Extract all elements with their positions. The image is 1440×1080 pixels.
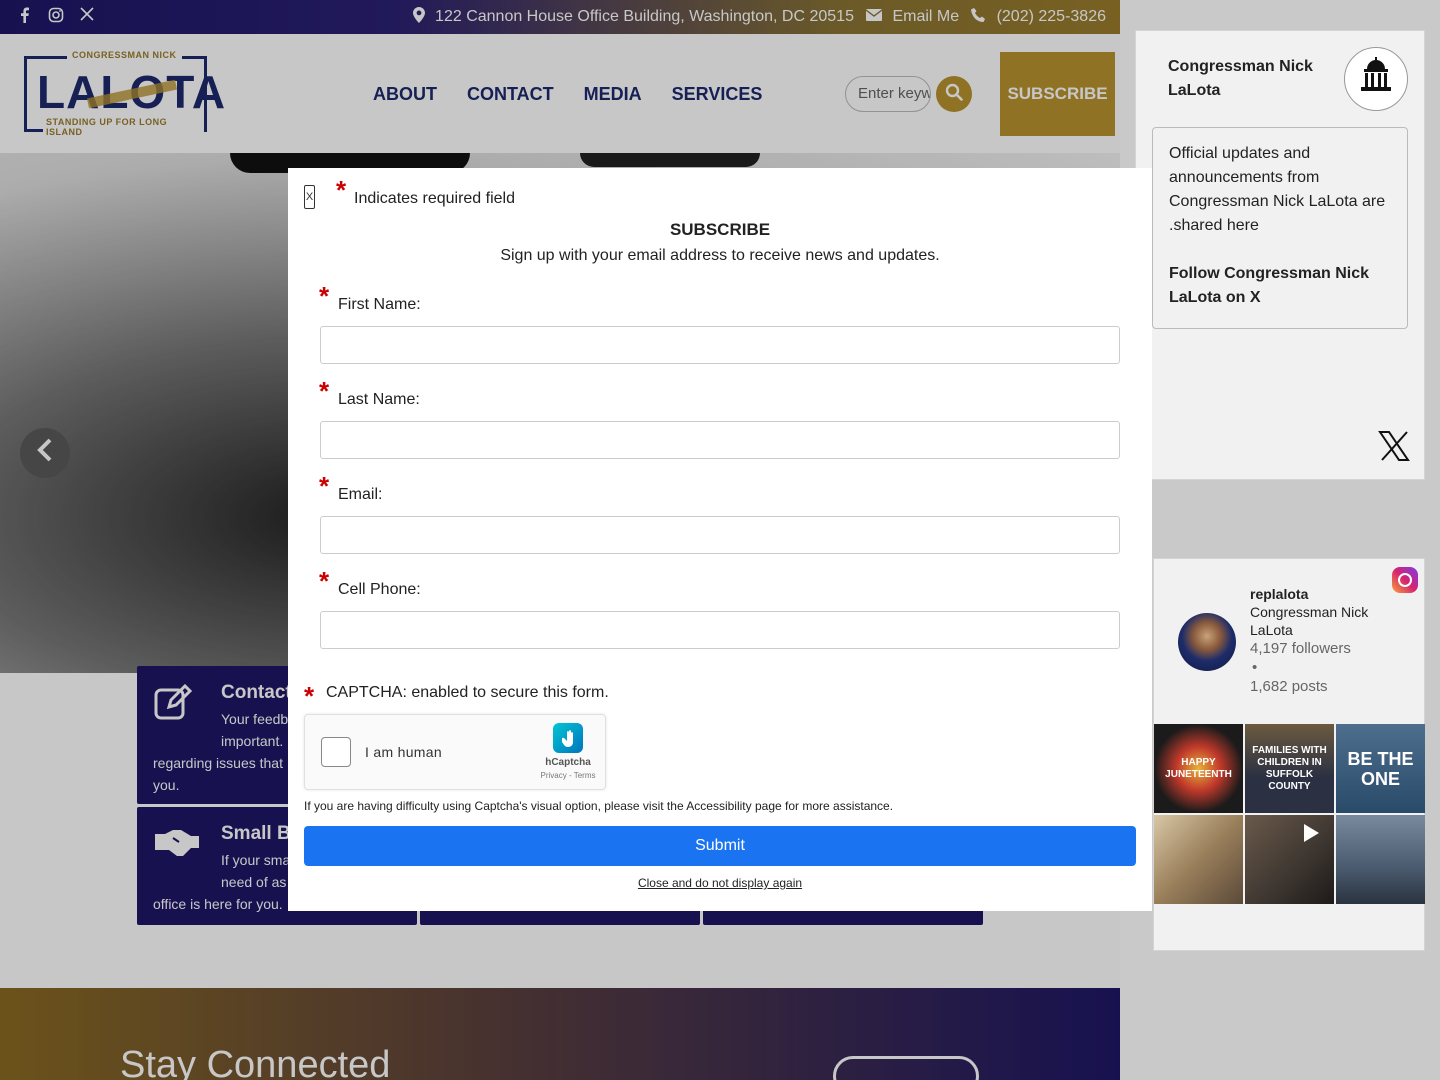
submit-button[interactable]: Submit — [304, 826, 1136, 866]
required-note: Indicates required field — [354, 190, 515, 207]
required-asterisk-icon: * — [319, 471, 330, 501]
instagram-separator: • — [1252, 659, 1258, 676]
instagram-post-tile[interactable] — [1245, 815, 1334, 904]
instagram-profile-meta: replalota Congressman Nick LaLota 4,197 … — [1250, 585, 1410, 696]
subscribe-modal: X * Indicates required field SUBSCRIBE S… — [288, 168, 1152, 911]
instagram-display-name: Congressman Nick LaLota — [1250, 604, 1369, 638]
required-asterisk-icon: * — [319, 376, 330, 406]
x-logo-icon[interactable] — [1378, 429, 1410, 471]
tile-text: HAPPY JUNETEENTH — [1165, 756, 1232, 780]
email-label: Email: — [338, 486, 383, 503]
captcha-checkbox-label: I am human — [365, 744, 442, 760]
captcha-brand: hCaptcha — [545, 757, 591, 768]
x-account-name[interactable]: Congressman Nick LaLota — [1168, 55, 1328, 103]
instagram-post-grid: HAPPY JUNETEENTH FAMILIES WITH CHILDREN … — [1154, 724, 1426, 904]
cell-phone-field[interactable] — [320, 611, 1120, 649]
close-do-not-display-link[interactable]: Close and do not display again — [288, 876, 1152, 890]
tile-text: FAMILIES WITH CHILDREN IN SUFFOLK COUNTY — [1252, 744, 1327, 792]
instagram-followers: 4,197 followers — [1250, 640, 1351, 657]
instagram-post-tile[interactable]: HAPPY JUNETEENTH — [1154, 724, 1243, 813]
captcha-checkbox[interactable] — [321, 737, 351, 767]
last-name-label: Last Name: — [338, 391, 420, 408]
captcha-label: CAPTCHA: enabled to secure this form. — [326, 684, 609, 701]
avatar[interactable] — [1178, 613, 1236, 671]
instagram-post-tile[interactable]: BE THE ONE — [1336, 724, 1425, 813]
email-field[interactable] — [320, 516, 1120, 554]
instagram-username[interactable]: replalota — [1250, 585, 1410, 603]
hcaptcha-widget: I am human hCaptcha Privacy - Terms — [304, 714, 606, 790]
required-asterisk-icon: * — [304, 681, 315, 711]
hcaptcha-logo-icon — [553, 723, 583, 753]
instagram-posts: 1,682 posts — [1250, 678, 1328, 695]
x-bio-text: Official updates and announcements from … — [1169, 145, 1386, 234]
modal-title: SUBSCRIBE — [669, 220, 771, 239]
instagram-widget: replalota Congressman Nick LaLota 4,197 … — [1153, 558, 1425, 951]
cell-phone-label: Cell Phone: — [338, 581, 421, 598]
instagram-post-tile[interactable] — [1336, 815, 1425, 904]
last-name-field[interactable] — [320, 421, 1120, 459]
close-button[interactable]: X — [304, 185, 315, 209]
accessibility-note: If you are having difficulty using Captc… — [304, 799, 894, 813]
x-timeline-widget: Congressman Nick LaLota Official updates… — [1135, 30, 1425, 480]
first-name-label: First Name: — [338, 296, 421, 313]
required-asterisk-icon: * — [336, 175, 347, 205]
instagram-post-tile[interactable] — [1154, 815, 1243, 904]
capitol-icon — [1356, 55, 1396, 103]
modal-subtitle: Sign up with your email address to recei… — [500, 247, 940, 264]
tile-text: BE THE ONE — [1347, 748, 1414, 789]
instagram-post-tile[interactable]: FAMILIES WITH CHILDREN IN SUFFOLK COUNTY — [1245, 724, 1334, 813]
captcha-terms-link[interactable]: Privacy - Terms — [531, 771, 605, 780]
first-name-field[interactable] — [320, 326, 1120, 364]
play-icon — [1302, 823, 1320, 847]
required-asterisk-icon: * — [319, 566, 330, 596]
x-bio-box: Official updates and announcements from … — [1152, 127, 1408, 329]
x-follow-link[interactable]: Follow Congressman Nick LaLota on X — [1169, 262, 1391, 310]
capitol-avatar[interactable] — [1344, 47, 1408, 111]
required-asterisk-icon: * — [319, 281, 330, 311]
